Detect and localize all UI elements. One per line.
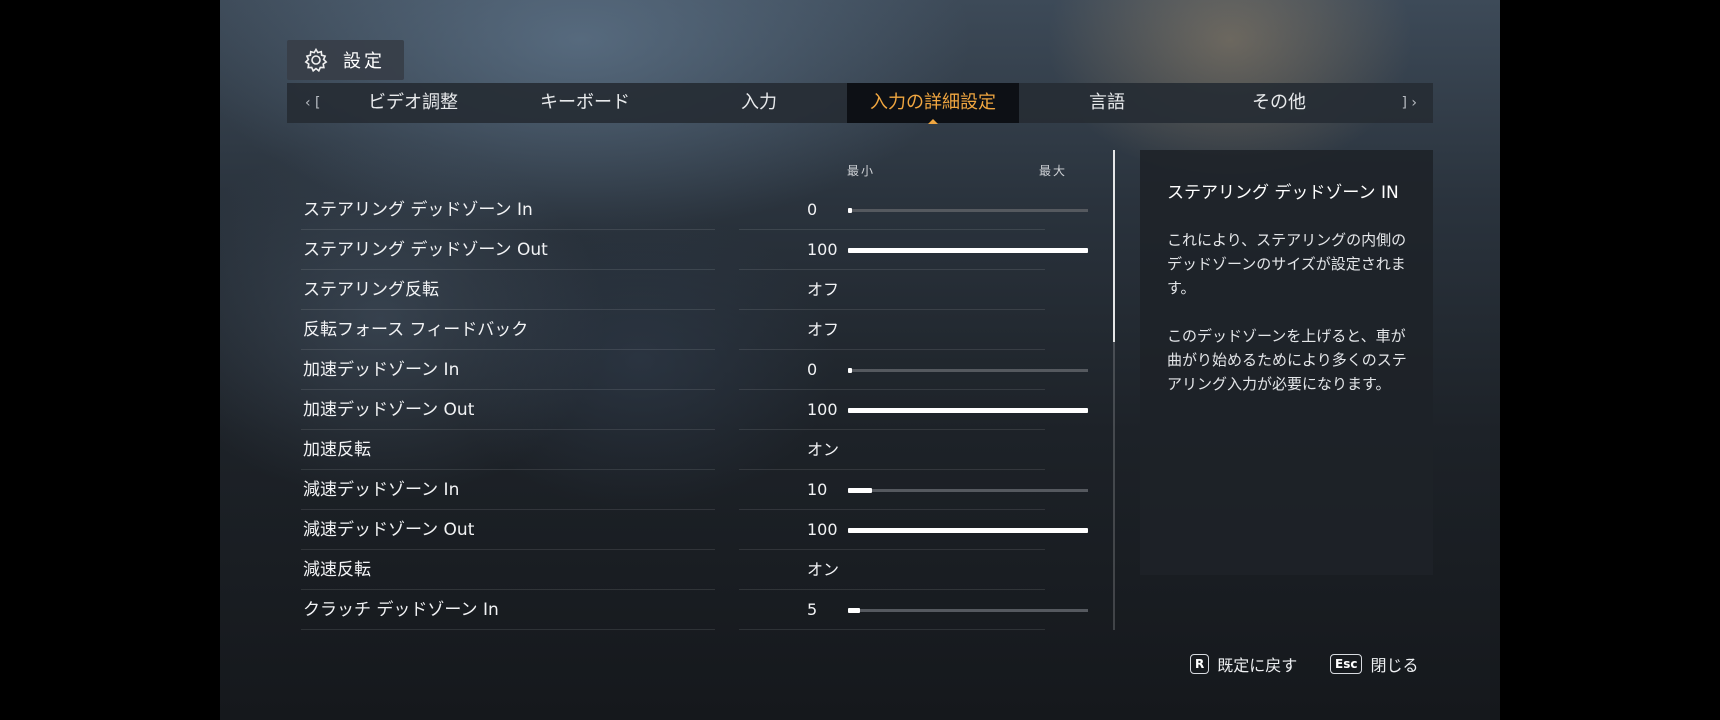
setting-row[interactable]: ステアリング デッドゾーン In 0 [287,190,1088,230]
reset-defaults-button[interactable]: R 既定に戻す [1190,652,1297,676]
tab-advanced-input[interactable]: 入力の詳細設定 [847,83,1019,124]
setting-slider[interactable] [848,608,1088,613]
settings-rows: ステアリング デッドゾーン In 0 ステアリング デッドゾーン Out 100 ステア… [287,190,1088,630]
setting-slider[interactable] [848,488,1088,493]
tab-bar: ‹ [ ビデオ調整 キーボード 入力 入力の詳細設定 言語 その他 ] › [287,83,1433,124]
setting-slider[interactable] [848,248,1088,253]
close-button[interactable]: Esc 閉じる [1330,652,1418,676]
slider-fill [848,248,1088,253]
setting-value: 5 [807,600,818,619]
slider-fill [848,608,860,613]
setting-value: 0 [807,360,818,379]
setting-label: ステアリング デッドゾーン Out [303,240,548,260]
setting-label: 減速デッドゾーン Out [303,520,475,540]
tab-other[interactable]: その他 [1193,83,1365,123]
tab-prev-button[interactable]: ‹ [ [305,83,321,123]
setting-value: 0 [807,200,818,219]
setting-label: 反転フォース フィードバック [303,320,529,340]
setting-slider[interactable] [848,528,1088,533]
setting-label: 加速反転 [303,440,371,460]
key-r-icon: R [1190,654,1210,674]
setting-row[interactable]: 減速デッドゾーン In 10 [287,470,1088,510]
setting-label: 減速反転 [303,560,371,580]
settings-list: 最小 最大 ステアリング デッドゾーン In 0 ステアリング デッドゾーン Out… [287,148,1088,630]
reset-defaults-label: 既定に戻す [1217,656,1298,675]
setting-label: 加速デッドゾーン Out [303,400,475,420]
setting-value: 100 [807,240,838,259]
tab-language[interactable]: 言語 [1021,83,1193,123]
tab-next-button[interactable]: ] › [1401,83,1417,123]
setting-row[interactable]: 加速デッドゾーン Out 100 [287,390,1088,430]
close-label: 閉じる [1370,656,1419,675]
setting-row[interactable]: ステアリング反転 オフ [287,270,1087,310]
column-max-label: 最大 [1039,164,1068,178]
setting-slider[interactable] [848,368,1088,373]
setting-slider[interactable] [848,408,1088,413]
slider-fill [848,408,1088,413]
description-panel: ステアリング デッドゾーン IN これにより、ステアリングの内側のデッドゾーンの… [1140,150,1433,575]
setting-row[interactable]: 減速デッドゾーン Out 100 [287,510,1088,550]
footer-hints: R 既定に戻す Esc 閉じる [220,652,1500,676]
setting-row[interactable]: 加速反転 オン [287,430,1087,470]
setting-value: 100 [807,400,838,419]
settings-header: 設定 [287,40,404,80]
row-divider [301,629,715,630]
setting-toggle-value[interactable]: オン [807,430,839,470]
row-divider [739,629,1045,630]
slider-fill [848,208,852,213]
tab-keyboard[interactable]: キーボード [499,83,671,123]
slider-fill [848,488,872,493]
setting-label: ステアリング反転 [303,280,439,300]
setting-slider[interactable] [848,208,1088,213]
setting-row[interactable]: ステアリング デッドゾーン Out 100 [287,230,1088,270]
description-paragraph: このデッドゾーンを上げると、車が曲がり始めるためにより多くのステアリング入力が必… [1167,327,1407,393]
setting-toggle-value[interactable]: オフ [807,270,839,310]
scrollbar[interactable] [1113,150,1115,630]
setting-label: ステアリング デッドゾーン In [303,200,533,220]
description-paragraph: これにより、ステアリングの内側のデッドゾーンのサイズが設定されます。 [1167,231,1407,297]
key-esc-icon: Esc [1330,654,1363,674]
gear-icon [304,47,328,73]
setting-label: 加速デッドゾーン In [303,360,460,380]
description-title: ステアリング デッドゾーン IN [1167,183,1399,203]
page-title: 設定 [343,51,385,72]
setting-row[interactable]: 加速デッドゾーン In 0 [287,350,1088,390]
setting-row[interactable]: クラッチ デッドゾーン In 5 [287,590,1088,630]
setting-row[interactable]: 減速反転 オン [287,550,1087,590]
slider-fill [848,528,1088,533]
setting-label: クラッチ デッドゾーン In [303,600,499,620]
slider-fill [848,368,852,373]
scrollbar-thumb[interactable] [1113,150,1115,342]
description-body: これにより、ステアリングの内側のデッドゾーンのサイズが設定されます。 このデッド… [1167,228,1417,420]
setting-toggle-value[interactable]: オフ [807,310,839,350]
tab-video[interactable]: ビデオ調整 [327,83,499,123]
setting-row[interactable]: 反転フォース フィードバック オフ [287,310,1087,350]
setting-value: 100 [807,520,838,539]
settings-screen: 設定 ‹ [ ビデオ調整 キーボード 入力 入力の詳細設定 言語 その他 ] ›… [220,0,1500,720]
column-min-label: 最小 [847,164,876,178]
tab-input[interactable]: 入力 [673,83,845,123]
setting-toggle-value[interactable]: オン [807,550,839,590]
setting-label: 減速デッドゾーン In [303,480,460,500]
setting-value: 10 [807,480,828,499]
